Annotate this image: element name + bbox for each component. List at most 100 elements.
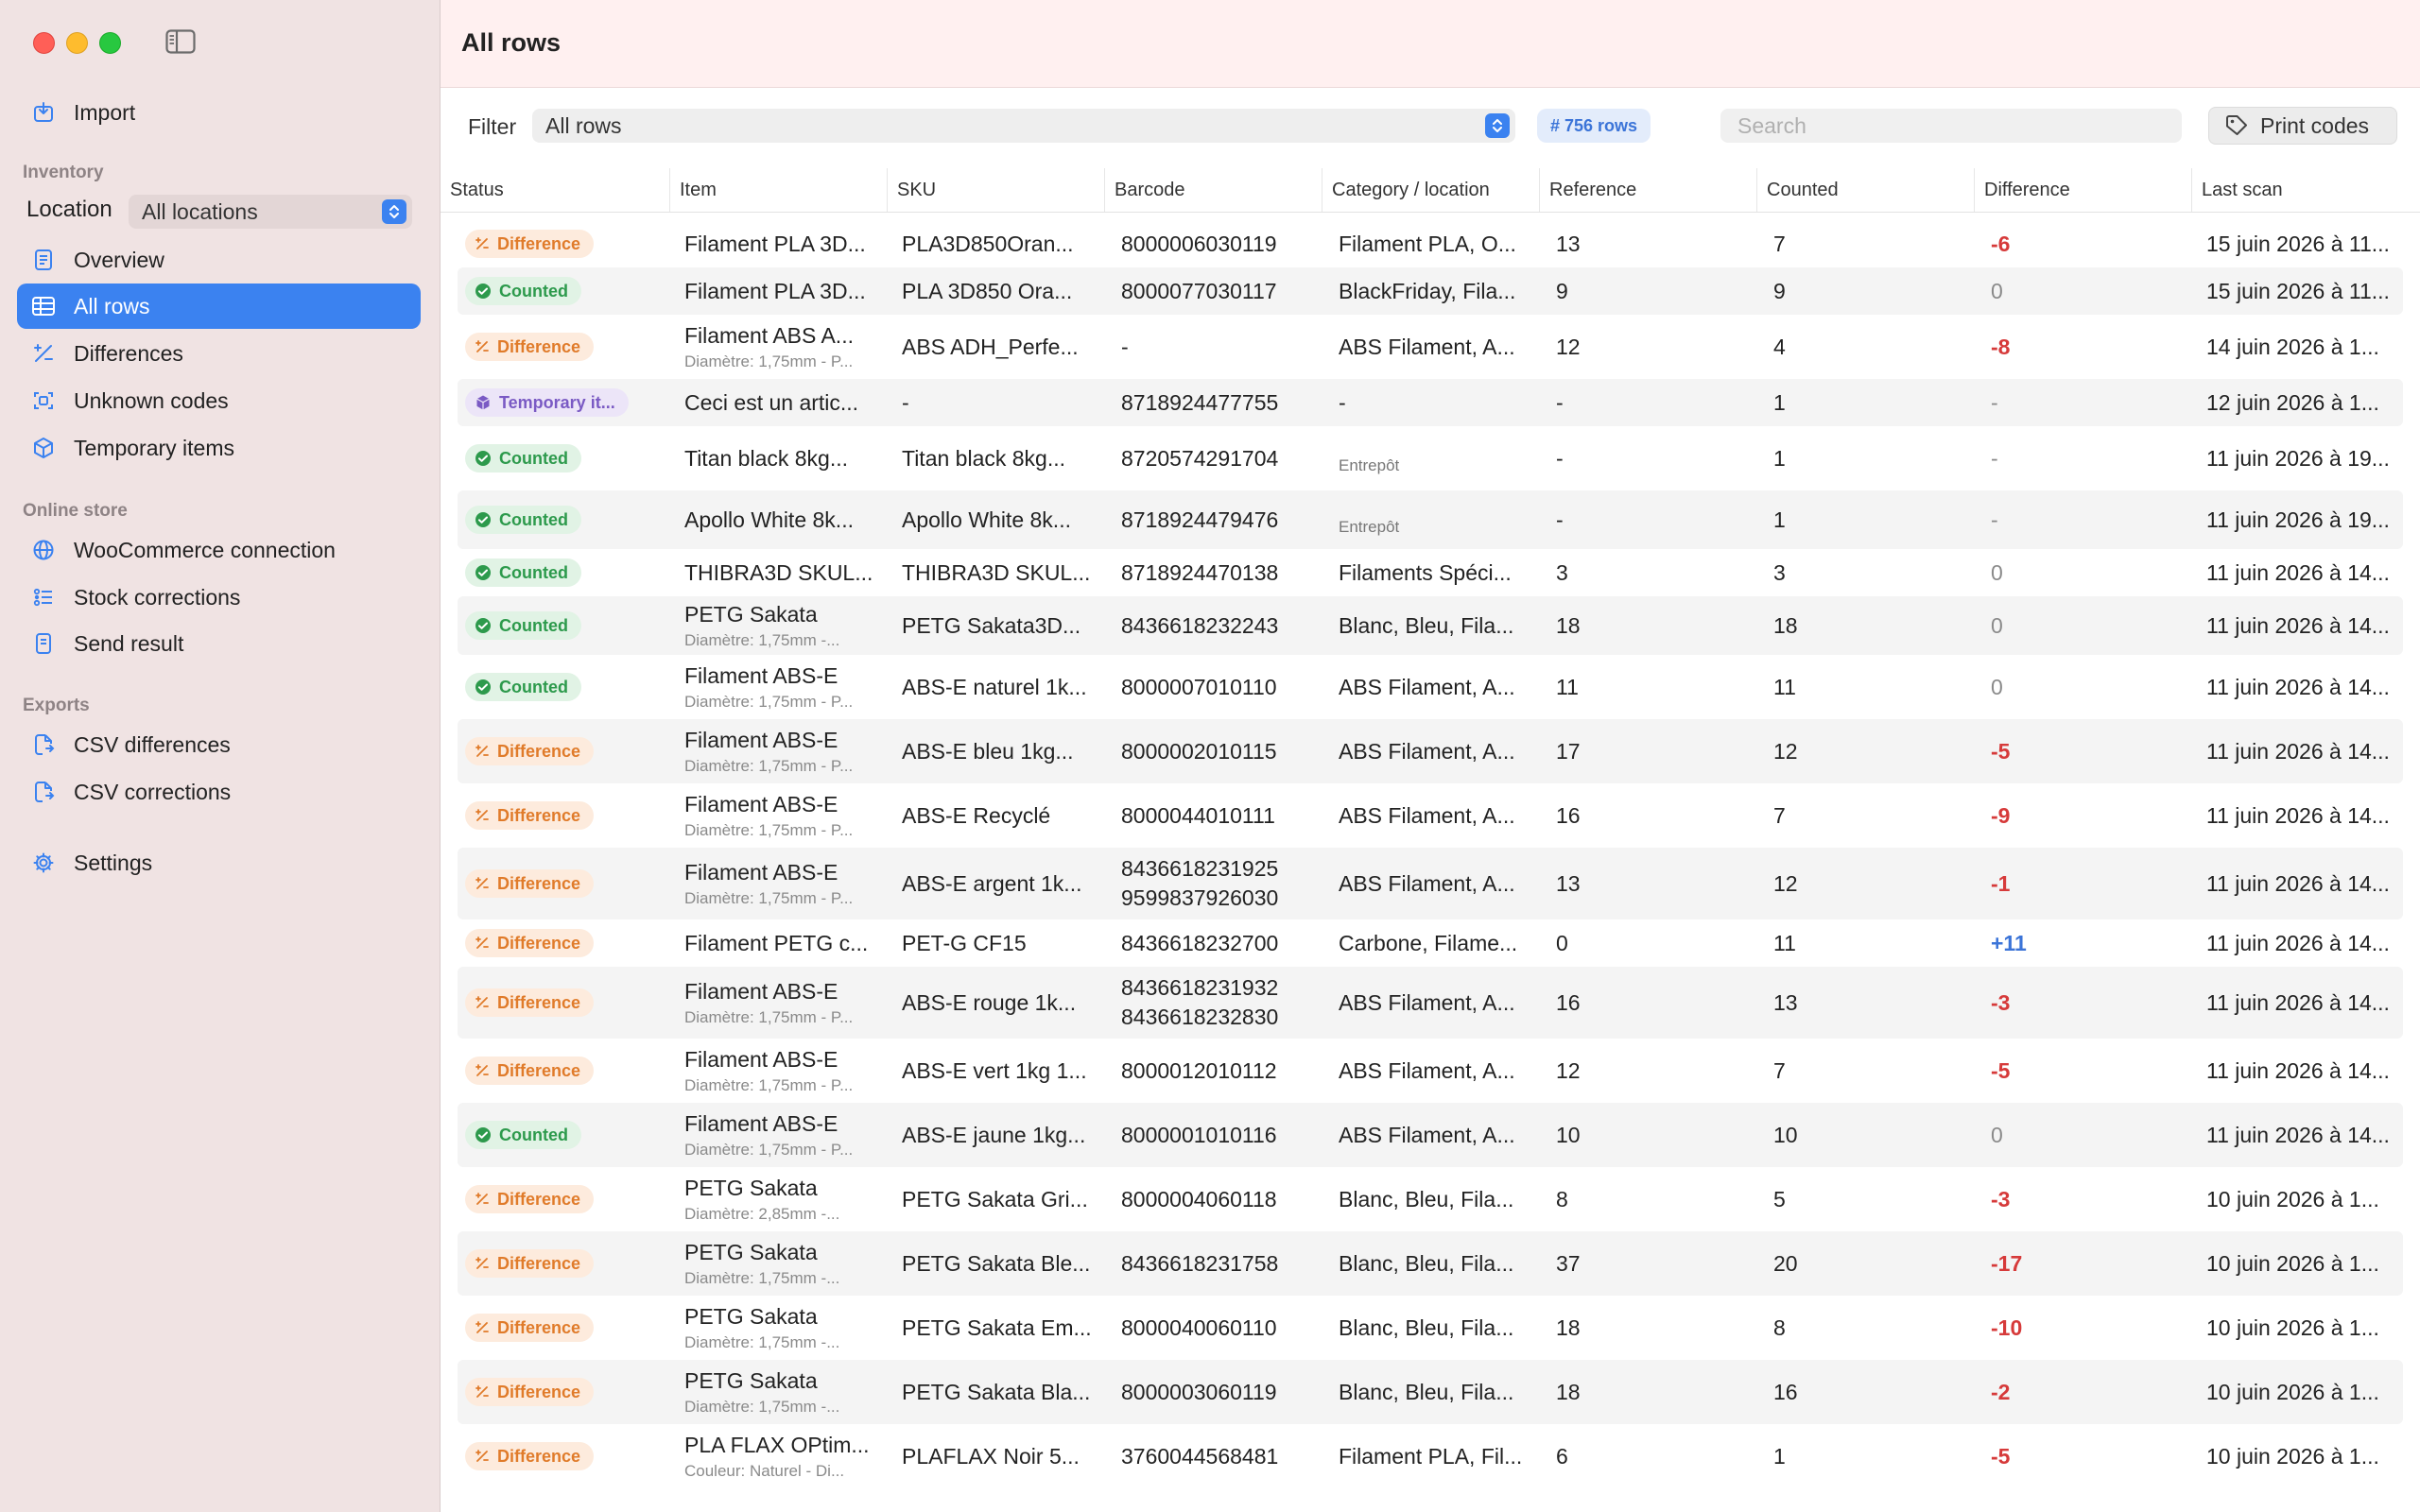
cell-counted-text: 12 [1773, 738, 1798, 764]
sidebar-toggle-icon[interactable] [165, 29, 196, 54]
zoom-window-button[interactable] [99, 32, 121, 54]
cell-sku-text: PETG Sakata Gri... [902, 1186, 1088, 1211]
cell-category-text: Blanc, Bleu, Fila... [1339, 1186, 1514, 1211]
cell-reference: - [1556, 490, 1769, 549]
table-row[interactable]: Difference Filament ABS A... Diamètre: 1,7… [458, 315, 2403, 379]
table-row[interactable]: Difference PETG Sakata Diamètre: 1,75mm -.… [458, 1296, 2403, 1360]
table-row[interactable]: Difference Filament PETG c... PET-G CF15 84… [458, 919, 2403, 967]
cell-difference: -5 [1991, 719, 2204, 783]
sidebar-item-differences[interactable]: Differences [17, 331, 421, 376]
cell-item: Filament PETG c... [684, 919, 897, 967]
cell-category: Filaments Spéci... [1339, 549, 1551, 596]
sidebar-item-woocommerce[interactable]: WooCommerce connection [17, 527, 421, 573]
table-row[interactable]: Temporary it... Ceci est un artic... - 8718… [458, 379, 2403, 426]
cell-difference-text: 0 [1991, 612, 2003, 638]
sidebar-item-import[interactable]: Import [17, 90, 421, 135]
cell-last-scan-text: 11 juin 2026 à 14... [2206, 989, 2390, 1015]
column-header-reference[interactable]: Reference [1539, 168, 1757, 212]
cell-sku: Titan black 8kg... [902, 426, 1115, 490]
status-label: Difference [497, 1189, 581, 1209]
column-header-category[interactable]: Category / location [1322, 168, 1540, 212]
plus-minus-icon [475, 808, 490, 823]
cell-reference: - [1556, 379, 1769, 426]
print-codes-button[interactable]: Print codes [2208, 107, 2397, 145]
sidebar-item-temporary-items[interactable]: Temporary items [17, 425, 421, 471]
cell-sku-text: ABS-E rouge 1k... [902, 989, 1077, 1015]
import-icon [30, 99, 57, 126]
table-row[interactable]: Counted Filament ABS-E Diamètre: 1,75mm - … [458, 655, 2403, 719]
cell-reference: 12 [1556, 315, 1769, 379]
cell-category-text: Filament PLA, O... [1339, 231, 1516, 256]
status-badge: Difference [465, 1057, 595, 1085]
table-row[interactable]: Counted PETG Sakata Diamètre: 1,75mm -... P… [458, 596, 2403, 655]
sidebar-item-settings[interactable]: Settings [17, 840, 421, 885]
plus-minus-icon [475, 1063, 490, 1078]
sidebar-item-all-rows[interactable]: All rows [17, 284, 421, 329]
cell-sku-text: ABS ADH_Perfe... [902, 334, 1079, 359]
table-row[interactable]: Counted THIBRA3D SKUL... THIBRA3D SKUL... 8… [458, 549, 2403, 596]
table-row[interactable]: Difference Filament ABS-E Diamètre: 1,75mm… [458, 967, 2403, 1039]
cell-item-secondary: Diamètre: 1,75mm - P... [684, 756, 854, 775]
column-header-status[interactable]: Status [441, 168, 669, 212]
column-header-difference[interactable]: Difference [1974, 168, 2192, 212]
sidebar-item-csv-corrections[interactable]: CSV corrections [17, 769, 421, 815]
sidebar-item-csv-differences[interactable]: CSV differences [17, 722, 421, 767]
cell-item: Filament PLA 3D... [684, 267, 897, 315]
cell-reference-text: - [1556, 507, 1564, 532]
search-input[interactable] [1736, 112, 2155, 140]
table-row[interactable]: Difference PLA FLAX OPtim... Couleur: Natu… [458, 1424, 2403, 1488]
cell-difference: -2 [1991, 1360, 2204, 1424]
cell-last-scan: 14 juin 2026 à 1... [2206, 315, 2400, 379]
table-row[interactable]: Difference PETG Sakata Diamètre: 1,75mm -.… [458, 1360, 2403, 1424]
sidebar-item-stock-corrections[interactable]: Stock corrections [17, 575, 421, 620]
location-select[interactable]: All locations [129, 195, 412, 229]
column-header-item[interactable]: Item [669, 168, 888, 212]
cell-barcode-text: 8718924470138 [1121, 559, 1279, 585]
filter-select[interactable]: All rows [532, 109, 1515, 143]
cell-counted-text: 9 [1773, 278, 1786, 303]
table-row[interactable]: Counted Titan black 8kg... Titan black 8kg… [458, 426, 2403, 490]
cell-last-scan: 11 juin 2026 à 14... [2206, 848, 2400, 919]
search-field[interactable] [1720, 109, 2182, 143]
cell-status: Difference [465, 719, 678, 783]
table-row[interactable]: Difference Filament ABS-E Diamètre: 1,75mm… [458, 848, 2403, 919]
minimize-window-button[interactable] [66, 32, 88, 54]
cell-counted: 7 [1773, 783, 1986, 848]
status-badge: Counted [465, 277, 581, 305]
cell-reference: 8 [1556, 1167, 1769, 1231]
cell-barcode-text: 8000040060110 [1121, 1314, 1277, 1340]
sidebar-item-send-result[interactable]: Send result [17, 621, 421, 666]
sidebar-item-unknown-codes[interactable]: Unknown codes [17, 378, 421, 423]
column-header-last-scan[interactable]: Last scan [2191, 168, 2419, 212]
sidebar-item-overview[interactable]: Overview [17, 237, 421, 283]
table-row[interactable]: Difference Filament ABS-E Diamètre: 1,75mm… [458, 783, 2403, 848]
cell-difference-text: -3 [1991, 989, 2011, 1015]
table-row[interactable]: Difference PETG Sakata Diamètre: 2,85mm -.… [458, 1167, 2403, 1231]
table-row[interactable]: Counted Filament PLA 3D... PLA 3D850 Ora..… [458, 267, 2403, 315]
cell-status: Difference [465, 1360, 678, 1424]
cell-item-secondary: Diamètre: 1,75mm -... [684, 1397, 840, 1416]
cell-item: Ceci est un artic... [684, 379, 897, 426]
cell-reference: 18 [1556, 596, 1769, 655]
table-row[interactable]: Difference PETG Sakata Diamètre: 1,75mm -.… [458, 1231, 2403, 1296]
column-header-sku[interactable]: SKU [887, 168, 1105, 212]
cell-reference: 18 [1556, 1296, 1769, 1360]
cell-counted-text: 5 [1773, 1186, 1786, 1211]
cell-item-text: PLA FLAX OPtim... [684, 1432, 870, 1457]
cell-category: Carbone, Filame... [1339, 919, 1551, 967]
column-header-counted[interactable]: Counted [1756, 168, 1975, 212]
table-row[interactable]: Difference Filament ABS-E Diamètre: 1,75mm… [458, 1039, 2403, 1103]
table-row[interactable]: Difference Filament ABS-E Diamètre: 1,75mm… [458, 719, 2403, 783]
column-header-barcode[interactable]: Barcode [1104, 168, 1322, 212]
close-window-button[interactable] [33, 32, 55, 54]
file-export-icon [30, 779, 57, 805]
cell-status: Counted [465, 426, 678, 490]
table-row[interactable]: Difference Filament PLA 3D... PLA3D850Oran… [458, 220, 2403, 267]
cell-item: Filament ABS-E Diamètre: 1,75mm - P... [684, 719, 897, 783]
table-row[interactable]: Counted Apollo White 8k... Apollo White 8k… [458, 490, 2403, 549]
plus-minus-icon [475, 1256, 490, 1271]
status-label: Difference [497, 1317, 581, 1337]
cell-status: Difference [465, 919, 678, 967]
cell-sku-text: ABS-E naturel 1k... [902, 674, 1087, 699]
table-row[interactable]: Counted Filament ABS-E Diamètre: 1,75mm - … [458, 1103, 2403, 1167]
